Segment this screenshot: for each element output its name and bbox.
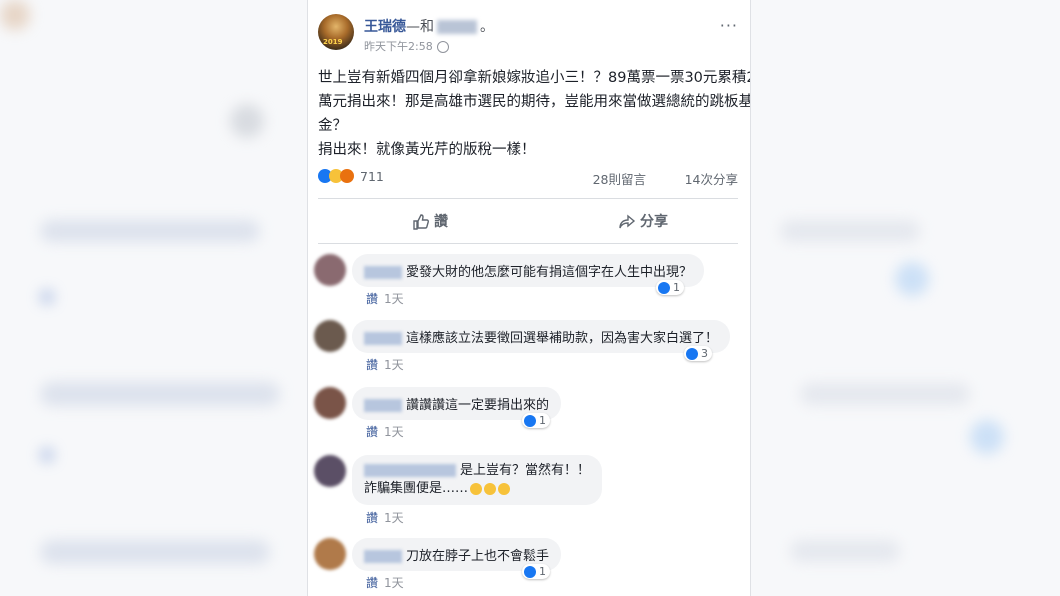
commenter-avatar[interactable] — [314, 254, 346, 286]
comment-meta: 讚 1天 — [366, 574, 404, 591]
post-actions: 讚 分享 — [318, 203, 738, 243]
comment-like-count[interactable]: 1 — [522, 564, 550, 579]
globe-icon — [436, 41, 449, 53]
like-button[interactable]: 讚 — [412, 211, 448, 231]
share-button[interactable]: 分享 — [618, 211, 668, 231]
angry-reaction-icon[interactable] — [340, 169, 354, 183]
like-icon — [524, 566, 536, 578]
comments-count[interactable]: 28則留言 — [593, 169, 646, 188]
comment-like-count[interactable]: 1 — [522, 413, 550, 428]
comment-meta: 讚 1天 — [366, 509, 404, 526]
post-body: 世上豈有新婚四個月卻拿新娘嫁妝追小三！？89萬票一票30元累積2677 萬元捐出… — [318, 66, 751, 162]
like-count: 1 — [539, 414, 546, 427]
post-header: 2019 王瑞德—和 。 昨天下午2:58 ··· — [318, 14, 738, 58]
divider — [318, 243, 738, 244]
commenter-avatar[interactable] — [314, 320, 346, 352]
post-line: 世上豈有新婚四個月卻拿新娘嫁妝追小三！？89萬票一票30元累積2677 — [318, 70, 751, 86]
comment-bubble: 這樣應該立法要徵回選舉補助款，因為害大家白選了！ — [352, 320, 731, 353]
comment-like-link[interactable]: 讚 — [366, 511, 378, 525]
reactions-count[interactable]: 711 — [360, 169, 384, 184]
comment-like-link[interactable]: 讚 — [366, 425, 378, 439]
like-count: 3 — [701, 347, 708, 360]
post-time: 昨天下午2:58 — [364, 38, 449, 54]
with-prefix: —和 — [406, 19, 434, 35]
emoji-icon — [470, 482, 483, 495]
comment-text: 愛發大財的他怎麼可能有捐這個字在人生中出現？ — [406, 265, 693, 280]
comment-age[interactable]: 1天 — [384, 292, 404, 306]
redacted-commenter-name[interactable] — [364, 464, 456, 477]
like-label: 讚 — [434, 214, 448, 230]
author-name[interactable]: 王瑞德 — [364, 19, 406, 35]
emoji-icon — [484, 482, 497, 495]
comment-age[interactable]: 1天 — [384, 425, 404, 439]
comment-bubble: 愛發大財的他怎麼可能有捐這個字在人生中出現？ — [352, 254, 705, 287]
comment-like-count[interactable]: 1 — [656, 280, 684, 295]
comment-like-link[interactable]: 讚 — [366, 576, 378, 590]
author-line: 王瑞德—和 。 — [364, 16, 494, 36]
post-stats: 711 28則留言 14次分享 — [318, 168, 738, 188]
like-icon — [524, 415, 536, 427]
like-icon — [658, 282, 670, 294]
comment: 愛發大財的他怎麼可能有捐這個字在人生中出現？ 1 讚 1天 — [314, 254, 744, 310]
share-icon — [619, 214, 636, 229]
facebook-post-card: 2019 王瑞德—和 。 昨天下午2:58 ··· 世上豈有新婚四個月卻拿新娘嫁妝… — [307, 0, 751, 596]
commenter-avatar[interactable] — [314, 387, 346, 419]
redacted-commenter-name[interactable] — [364, 399, 402, 412]
shares-count[interactable]: 14次分享 — [685, 169, 738, 188]
post-line: 捐出來！就像黃光芹的版稅一樣！ — [318, 142, 536, 158]
comment-text: 讚讚讚這一定要捐出來的 — [406, 398, 550, 413]
comment-age[interactable]: 1天 — [384, 511, 404, 525]
emoji-icon — [498, 482, 511, 495]
comment-meta: 讚 1天 — [366, 290, 404, 307]
comment-text: 刀放在脖子上也不會鬆手 — [406, 549, 550, 564]
with-suffix: 。 — [480, 19, 494, 35]
comment: 讚讚讚這一定要捐出來的 1 讚 1天 — [314, 387, 744, 443]
commenter-avatar[interactable] — [314, 538, 346, 570]
comment-text-line2: 詐騙集團便是…… — [364, 481, 469, 496]
comment: 是上豈有？當然有！！ 詐騙集團便是…… 讚 1天 — [314, 455, 744, 525]
comment-text: 是上豈有？當然有！！ — [460, 463, 591, 478]
like-count: 1 — [673, 281, 680, 294]
post-line: 萬元捐出來！那是高雄市選民的期待，豈能用來當做選總統的跳板基 — [318, 94, 751, 110]
comment-like-link[interactable]: 讚 — [366, 292, 378, 306]
like-icon — [686, 348, 698, 360]
comment-like-link[interactable]: 讚 — [366, 358, 378, 372]
redacted-commenter-name[interactable] — [364, 550, 402, 563]
comment-age[interactable]: 1天 — [384, 576, 404, 590]
comment-text: 這樣應該立法要徵回選舉補助款，因為害大家白選了！ — [406, 331, 719, 346]
comment-age[interactable]: 1天 — [384, 358, 404, 372]
post-line: 金？ — [318, 118, 347, 134]
comment: 這樣應該立法要徵回選舉補助款，因為害大家白選了！ 3 讚 1天 — [314, 320, 744, 376]
share-label: 分享 — [640, 214, 668, 230]
divider — [318, 198, 738, 199]
more-options-icon[interactable]: ··· — [720, 16, 738, 35]
like-count: 1 — [539, 565, 546, 578]
thumbs-up-icon — [413, 214, 429, 230]
comment-bubble: 是上豈有？當然有！！ 詐騙集團便是…… — [352, 455, 603, 505]
comment-like-count[interactable]: 3 — [684, 346, 712, 361]
comment-meta: 讚 1天 — [366, 423, 404, 440]
commenter-avatar[interactable] — [314, 455, 346, 487]
avatar-year: 2019 — [323, 38, 343, 46]
comment-meta: 讚 1天 — [366, 356, 404, 373]
redacted-commenter-name[interactable] — [364, 332, 402, 345]
author-avatar[interactable]: 2019 — [318, 14, 354, 50]
redacted-tag — [437, 20, 477, 34]
comment: 刀放在脖子上也不會鬆手 1 讚 1天 — [314, 538, 744, 594]
timestamp[interactable]: 昨天下午2:58 — [364, 40, 433, 53]
redacted-commenter-name[interactable] — [364, 266, 402, 279]
